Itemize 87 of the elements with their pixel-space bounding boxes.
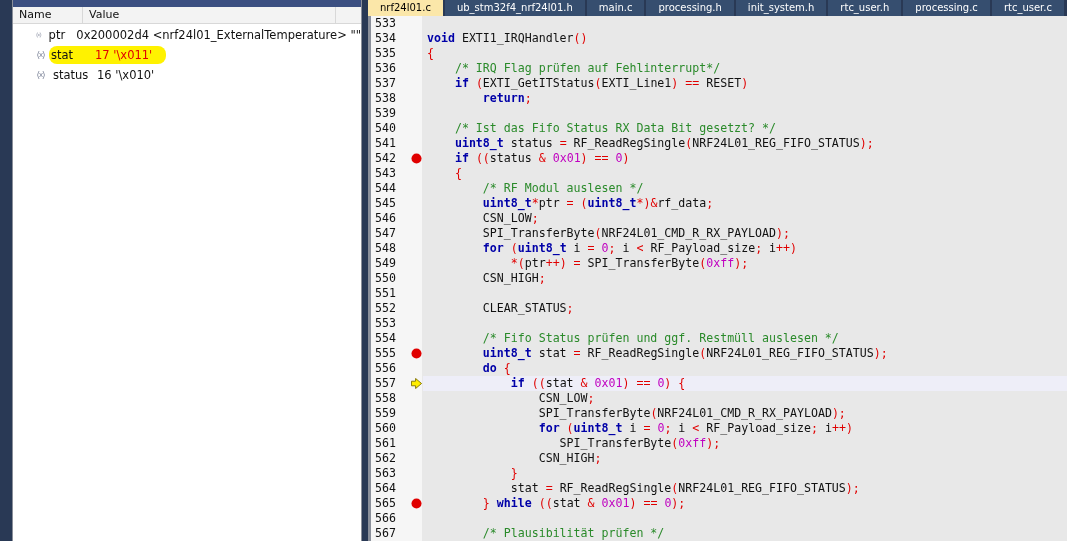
breakpoint-icon[interactable]	[410, 498, 422, 509]
code-line: CLEAR_STATUS;	[481, 301, 575, 316]
line-number: 558	[374, 391, 397, 406]
line-number: 566	[374, 511, 397, 526]
code-line: if ((status & 0x01) == 0)	[453, 151, 631, 166]
file-tab[interactable]: main.c	[586, 0, 645, 16]
code-line: SPI_TransferByte(NRF24L01_CMD_R_RX_PAYLOAD);	[537, 406, 847, 421]
line-number: 541	[374, 136, 397, 151]
line-number: 548	[374, 241, 397, 256]
code-line: do {	[481, 361, 512, 376]
code-line: SPI_TransferByte(0xff);	[558, 436, 722, 451]
variable-value: 17 '\x011'	[95, 47, 153, 62]
code-line: CSN_LOW;	[481, 211, 540, 226]
line-number: 556	[374, 361, 397, 376]
line-number: 562	[374, 451, 397, 466]
line-number: 550	[374, 271, 397, 286]
breakpoint-icon[interactable]	[410, 348, 422, 359]
code-line: uint8_t status = RF_ReadRegSingle(NRF24L01_REG_FIFO_STATUS);	[453, 136, 875, 151]
line-number: 557	[374, 376, 397, 391]
line-number: 545	[374, 196, 397, 211]
column-header[interactable]: Name	[13, 7, 83, 23]
file-tab[interactable]: processing.c	[903, 0, 990, 16]
line-number: 565	[374, 496, 397, 511]
variable-icon	[35, 49, 47, 60]
line-number: 551	[374, 286, 397, 301]
code-line: /* Ist das Fifo Status RX Data Bit gesetzt? */	[453, 121, 777, 136]
variable-icon	[35, 69, 47, 80]
code-line: CSN_HIGH;	[537, 451, 603, 466]
variable-value: 0x200002d4 <nrf24l01_ExternalTemperature> ""	[76, 27, 361, 42]
code-line: void EXTI1_IRQHandler()	[426, 31, 589, 46]
code-line: CSN_LOW;	[537, 391, 596, 406]
code-line: /* Plausibilität prüfen */	[481, 526, 666, 541]
line-number: 534	[374, 31, 397, 46]
file-tab[interactable]: init_system.h	[735, 0, 827, 16]
line-number: 560	[374, 421, 397, 436]
line-number: 567	[374, 526, 397, 541]
code-line: for (uint8_t i = 0; i < RF_Payload_size; i++)	[481, 241, 799, 256]
code-line: /* RF Modul auslesen */	[481, 181, 645, 196]
file-tab[interactable]: rtc_user.c	[991, 0, 1064, 16]
code-line: if (EXTI_GetITStatus(EXTI_Line1) == RESET)	[453, 76, 750, 91]
line-number: 563	[374, 466, 397, 481]
code-line: return;	[481, 91, 533, 106]
line-number: 536	[374, 61, 397, 76]
code-line: uint8_t*ptr = (uint8_t*)&rf_data;	[481, 196, 715, 211]
line-number: 543	[374, 166, 397, 181]
code-line: }	[509, 466, 519, 481]
code-line: SPI_TransferByte(NRF24L01_CMD_R_RX_PAYLOAD);	[481, 226, 791, 241]
line-number: 540	[374, 121, 397, 136]
line-number: 547	[374, 226, 397, 241]
code-line: uint8_t stat = RF_ReadRegSingle(NRF24L01_REG_FIFO_STATUS);	[481, 346, 889, 361]
code-line: {	[453, 166, 463, 181]
line-number: 559	[374, 406, 397, 421]
line-number: 539	[374, 106, 397, 121]
variable-name: stat	[50, 47, 75, 62]
file-tab[interactable]: ub_stm32f4_nrf24l01.h	[444, 0, 585, 16]
code-line: for (uint8_t i = 0; i < RF_Payload_size; i++)	[537, 421, 854, 436]
line-number: 552	[374, 301, 397, 316]
code-line: {	[426, 46, 435, 61]
line-number: 535	[374, 46, 397, 61]
line-number: 555	[374, 346, 397, 361]
line-number: 537	[374, 76, 397, 91]
column-header[interactable]: Value	[83, 7, 336, 23]
variable-value: 16 '\x010'	[97, 67, 155, 82]
line-number: 533	[374, 16, 397, 31]
code-line: } while ((stat & 0x01) == 0);	[481, 496, 687, 511]
line-number: 542	[374, 151, 397, 166]
line-number: 538	[374, 91, 397, 106]
file-tab[interactable]: nrf24l01.c	[368, 0, 443, 16]
line-number: 546	[374, 211, 397, 226]
line-number: 553	[374, 316, 397, 331]
file-tab[interactable]: rtc_user.h	[828, 0, 902, 16]
code-line: /* Fifo Status prüfen und ggf. Restmüll auslesen */	[481, 331, 840, 346]
variable-icon	[35, 29, 43, 40]
code-line: /* IRQ Flag prüfen auf Fehlinterrupt*/	[453, 61, 722, 76]
code-line: *(ptr++) = SPI_TransferByte(0xff);	[509, 256, 750, 271]
code-line: CSN_HIGH;	[481, 271, 547, 286]
variable-name: status	[52, 67, 90, 82]
line-number: 549	[374, 256, 397, 271]
variable-name: ptr	[47, 27, 67, 42]
code-line: stat = RF_ReadRegSingle(NRF24L01_REG_FIFO_STATUS);	[509, 481, 861, 496]
line-number: 564	[374, 481, 397, 496]
line-number: 544	[374, 181, 397, 196]
arrow-icon[interactable]	[410, 378, 422, 389]
file-tab[interactable]: processing.h	[646, 0, 734, 16]
line-number: 554	[374, 331, 397, 346]
breakpoint-icon[interactable]	[410, 153, 422, 164]
line-number: 561	[374, 436, 397, 451]
